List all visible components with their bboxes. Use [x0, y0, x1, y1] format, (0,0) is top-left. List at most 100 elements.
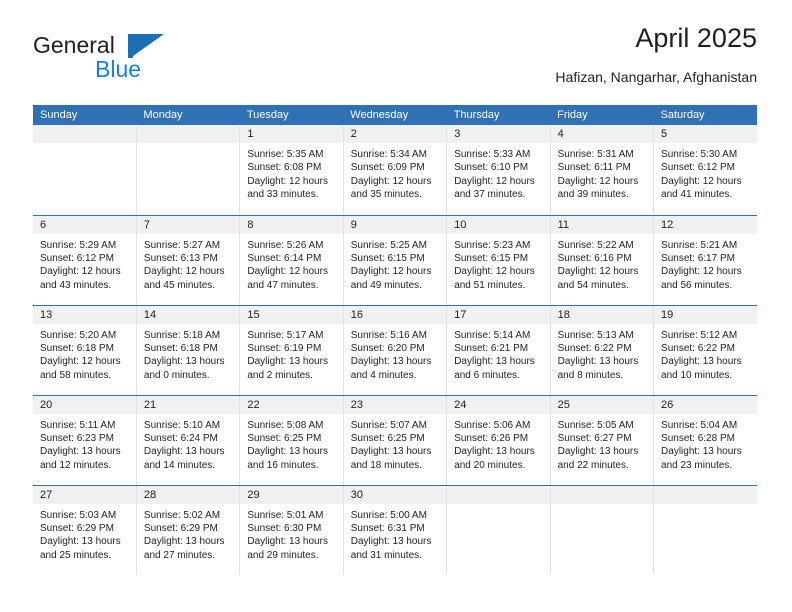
day-number: 9 — [343, 215, 447, 234]
sunset-text: Sunset: 6:31 PM — [350, 522, 425, 534]
daylight-text: Daylight: 13 hours and 16 minutes. — [247, 446, 328, 471]
day-sun-info: Sunrise: 5:30 AM Sunset: 6:12 PM Daylight:… — [654, 143, 757, 202]
weekday-header-saturday: Saturday — [653, 105, 757, 125]
sunset-text: Sunset: 6:28 PM — [661, 432, 735, 444]
calendar-day-cell[interactable]: 18 Sunrise: 5:13 AM Sunset: 6:22 PM Dayligh… — [550, 305, 655, 396]
calendar-day-cell[interactable]: 12 Sunrise: 5:21 AM Sunset: 6:17 PM Dayligh… — [653, 215, 757, 306]
calendar-day-cell[interactable]: 9 Sunrise: 5:25 AM Sunset: 6:15 PM Daylight… — [343, 215, 448, 306]
calendar-day-cell-empty — [653, 485, 757, 575]
calendar-day-cell[interactable]: 7 Sunrise: 5:27 AM Sunset: 6:13 PM Daylight… — [136, 215, 241, 306]
day-number — [33, 125, 136, 143]
sunrise-text: Sunrise: 5:13 AM — [557, 329, 634, 341]
sunset-text: Sunset: 6:10 PM — [454, 162, 529, 174]
day-number: 6 — [33, 215, 136, 234]
day-number — [447, 485, 550, 504]
sunrise-text: Sunrise: 5:25 AM — [350, 239, 427, 251]
daylight-text: Daylight: 13 hours and 29 minutes. — [247, 536, 328, 561]
day-sun-info: Sunrise: 5:08 AM Sunset: 6:25 PM Daylight:… — [240, 414, 342, 473]
calendar-day-cell[interactable]: 5 Sunrise: 5:30 AM Sunset: 6:12 PM Daylight… — [653, 125, 757, 216]
day-sun-info: Sunrise: 5:34 AM Sunset: 6:09 PM Daylight:… — [344, 143, 446, 202]
calendar-day-cell[interactable]: 26 Sunrise: 5:04 AM Sunset: 6:28 PM Dayligh… — [653, 395, 757, 486]
day-number: 1 — [240, 125, 343, 143]
day-number: 10 — [447, 215, 550, 234]
sunset-text: Sunset: 6:27 PM — [557, 432, 632, 444]
calendar-week-row: 20 Sunrise: 5:11 AM Sunset: 6:23 PM Dayligh… — [33, 395, 757, 486]
day-number: 3 — [447, 125, 550, 143]
sunset-text: Sunset: 6:20 PM — [350, 342, 425, 354]
day-number: 28 — [136, 485, 240, 504]
day-number: 2 — [343, 125, 447, 143]
daylight-text: Daylight: 12 hours and 41 minutes. — [661, 175, 742, 201]
sunrise-text: Sunrise: 5:03 AM — [40, 509, 117, 521]
calendar-day-cell[interactable]: 6 Sunrise: 5:29 AM Sunset: 6:12 PM Daylight… — [33, 215, 137, 306]
weekday-header-sunday: Sunday — [33, 105, 137, 125]
brand-logo[interactable]: General Blue — [33, 32, 253, 88]
day-number: 4 — [550, 125, 654, 143]
day-number — [136, 125, 240, 143]
calendar-day-cell[interactable]: 24 Sunrise: 5:06 AM Sunset: 6:26 PM Dayligh… — [446, 395, 551, 486]
calendar-day-cell[interactable]: 29 Sunrise: 5:01 AM Sunset: 6:30 PM Dayligh… — [239, 485, 344, 575]
calendar-day-cell[interactable]: 11 Sunrise: 5:22 AM Sunset: 6:16 PM Dayligh… — [550, 215, 655, 306]
sunset-text: Sunset: 6:19 PM — [247, 342, 322, 354]
calendar-day-cell[interactable]: 8 Sunrise: 5:26 AM Sunset: 6:14 PM Daylight… — [239, 215, 344, 306]
sunrise-text: Sunrise: 5:26 AM — [247, 239, 324, 251]
sunrise-text: Sunrise: 5:08 AM — [247, 419, 324, 431]
day-number — [550, 485, 654, 504]
calendar-day-cell[interactable]: 3 Sunrise: 5:33 AM Sunset: 6:10 PM Daylight… — [446, 125, 551, 216]
daylight-text: Daylight: 12 hours and 58 minutes. — [40, 356, 121, 381]
calendar-day-cell[interactable]: 25 Sunrise: 5:05 AM Sunset: 6:27 PM Dayligh… — [550, 395, 655, 486]
calendar-day-cell[interactable]: 23 Sunrise: 5:07 AM Sunset: 6:25 PM Dayligh… — [343, 395, 448, 486]
page-title: April 2025 — [635, 23, 757, 53]
day-sun-info: Sunrise: 5:21 AM Sunset: 6:17 PM Daylight:… — [654, 234, 757, 293]
calendar-day-cell[interactable]: 30 Sunrise: 5:00 AM Sunset: 6:31 PM Dayligh… — [343, 485, 448, 575]
calendar-day-cell-empty — [446, 485, 551, 575]
sunrise-text: Sunrise: 5:21 AM — [661, 239, 738, 251]
calendar-day-cell[interactable]: 14 Sunrise: 5:18 AM Sunset: 6:18 PM Dayligh… — [136, 305, 241, 396]
calendar-day-cell[interactable]: 15 Sunrise: 5:17 AM Sunset: 6:19 PM Dayligh… — [239, 305, 344, 396]
calendar-header-row-group: Sunday Monday Tuesday Wednesday Thursday… — [33, 105, 757, 125]
calendar-day-cell[interactable]: 22 Sunrise: 5:08 AM Sunset: 6:25 PM Dayligh… — [239, 395, 344, 486]
brand-logo-row: General — [33, 32, 253, 58]
day-number: 18 — [550, 305, 654, 324]
calendar-day-cell[interactable]: 17 Sunrise: 5:14 AM Sunset: 6:21 PM Dayligh… — [446, 305, 551, 396]
calendar-day-cell[interactable]: 16 Sunrise: 5:16 AM Sunset: 6:20 PM Dayligh… — [343, 305, 448, 396]
day-sun-info: Sunrise: 5:27 AM Sunset: 6:13 PM Daylight:… — [137, 234, 239, 293]
sunset-text: Sunset: 6:13 PM — [143, 252, 218, 264]
daylight-text: Daylight: 12 hours and 56 minutes. — [661, 266, 742, 291]
daylight-text: Daylight: 12 hours and 39 minutes. — [557, 175, 639, 201]
daylight-text: Daylight: 13 hours and 2 minutes. — [247, 356, 328, 381]
day-sun-info: Sunrise: 5:23 AM Sunset: 6:15 PM Daylight:… — [447, 234, 549, 293]
day-sun-info: Sunrise: 5:16 AM Sunset: 6:20 PM Daylight:… — [344, 324, 446, 383]
calendar-day-cell[interactable]: 19 Sunrise: 5:12 AM Sunset: 6:22 PM Dayligh… — [653, 305, 757, 396]
calendar-week-row: 13 Sunrise: 5:20 AM Sunset: 6:18 PM Dayligh… — [33, 305, 757, 396]
calendar-day-cell[interactable]: 4 Sunrise: 5:31 AM Sunset: 6:11 PM Daylight… — [550, 125, 655, 216]
sunrise-text: Sunrise: 5:11 AM — [40, 419, 116, 431]
calendar-day-cell[interactable]: 1 Sunrise: 5:35 AM Sunset: 6:08 PM Daylight… — [239, 125, 344, 216]
calendar-day-cell[interactable]: 20 Sunrise: 5:11 AM Sunset: 6:23 PM Dayligh… — [33, 395, 137, 486]
day-sun-info: Sunrise: 5:14 AM Sunset: 6:21 PM Daylight:… — [447, 324, 549, 383]
sunset-text: Sunset: 6:12 PM — [40, 252, 114, 264]
sunrise-text: Sunrise: 5:35 AM — [247, 149, 324, 160]
weekday-header-thursday: Thursday — [446, 105, 551, 125]
sunrise-text: Sunrise: 5:27 AM — [143, 239, 221, 251]
sunset-text: Sunset: 6:14 PM — [247, 252, 322, 264]
calendar-day-cell[interactable]: 2 Sunrise: 5:34 AM Sunset: 6:09 PM Daylight… — [343, 125, 448, 216]
daylight-text: Daylight: 13 hours and 10 minutes. — [661, 356, 742, 381]
day-sun-info: Sunrise: 5:22 AM Sunset: 6:16 PM Daylight:… — [551, 234, 653, 293]
sunrise-text: Sunrise: 5:01 AM — [247, 509, 324, 521]
sunset-text: Sunset: 6:29 PM — [143, 522, 218, 534]
sunrise-text: Sunrise: 5:17 AM — [247, 329, 324, 341]
calendar-day-cell[interactable]: 27 Sunrise: 5:03 AM Sunset: 6:29 PM Dayligh… — [33, 485, 137, 575]
day-number: 29 — [240, 485, 343, 504]
daylight-text: Daylight: 12 hours and 33 minutes. — [247, 175, 328, 201]
calendar-day-cell[interactable]: 28 Sunrise: 5:02 AM Sunset: 6:29 PM Dayligh… — [136, 485, 241, 575]
calendar-day-cell[interactable]: 10 Sunrise: 5:23 AM Sunset: 6:15 PM Dayligh… — [446, 215, 551, 306]
sunrise-text: Sunrise: 5:07 AM — [350, 419, 427, 431]
daylight-text: Daylight: 12 hours and 49 minutes. — [350, 266, 432, 291]
weekday-header-friday: Friday — [550, 105, 654, 125]
daylight-text: Daylight: 12 hours and 45 minutes. — [143, 266, 225, 291]
sunset-text: Sunset: 6:18 PM — [40, 342, 114, 354]
calendar-page: General Blue April 2025 Hafizan, Nangarh… — [0, 0, 792, 612]
calendar-day-cell[interactable]: 13 Sunrise: 5:20 AM Sunset: 6:18 PM Dayligh… — [33, 305, 137, 396]
calendar-day-cell[interactable]: 21 Sunrise: 5:10 AM Sunset: 6:24 PM Dayligh… — [136, 395, 241, 486]
